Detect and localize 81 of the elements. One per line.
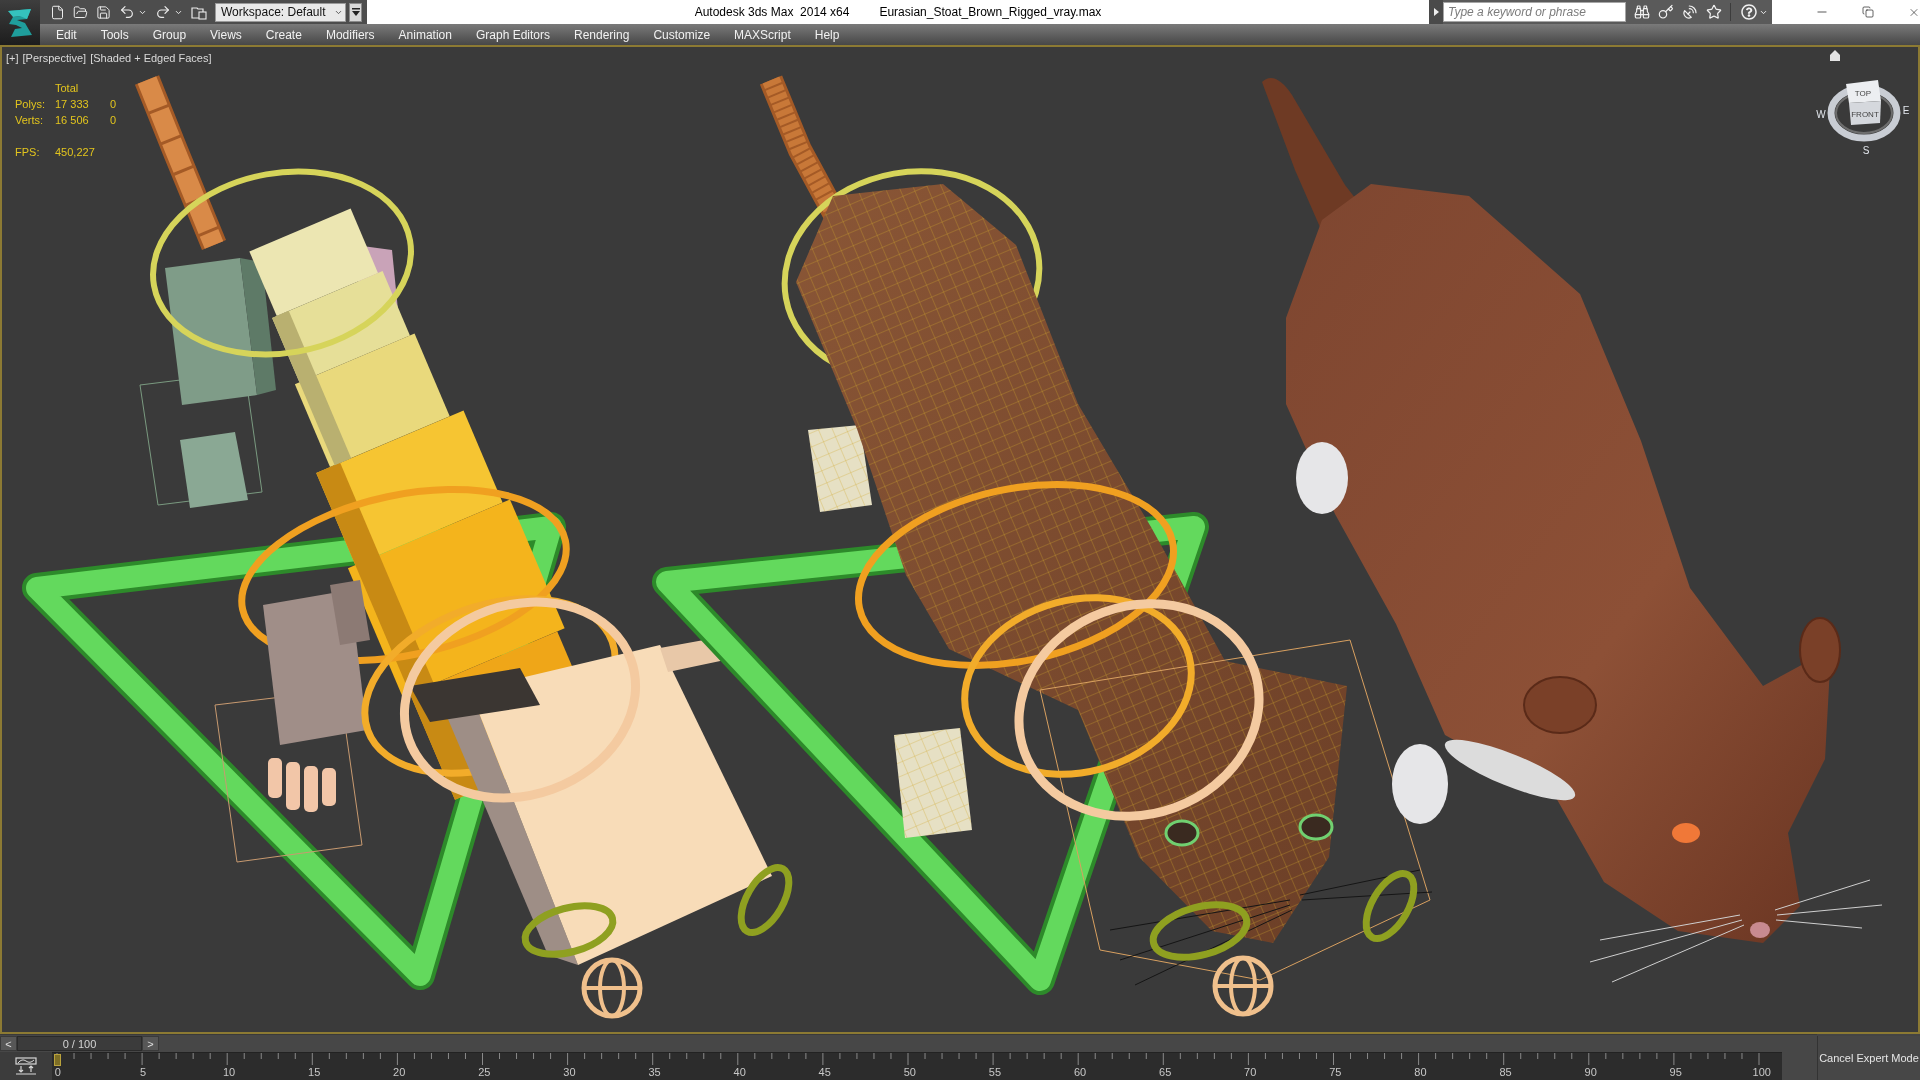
search-field[interactable]: Type a keyword or phrase xyxy=(1443,2,1626,22)
fps-label: FPS: xyxy=(15,146,41,158)
expand-search-button[interactable] xyxy=(1429,0,1443,24)
compass-label: E xyxy=(1902,105,1910,116)
menu-item[interactable]: Graph Editors xyxy=(463,24,562,45)
frame-number: 70 xyxy=(1244,1066,1257,1079)
home-icon[interactable] xyxy=(1830,50,1840,61)
compass-label: W xyxy=(1816,109,1826,120)
menu-item[interactable]: Create xyxy=(253,24,314,45)
time-slider-thumb[interactable]: 0 / 100 xyxy=(17,1036,142,1051)
save-icon[interactable] xyxy=(96,4,111,20)
stat-value: 0 xyxy=(110,114,117,126)
viewport-menu-label[interactable]: [+] xyxy=(6,52,19,64)
viewport-menu-label[interactable]: [Shaded + Edged Faces] xyxy=(90,52,212,64)
menu-item[interactable]: Help xyxy=(802,24,852,45)
frame-number: 80 xyxy=(1414,1066,1427,1079)
app-title: Autodesk 3ds Max 2014 x64 xyxy=(694,5,850,19)
frame-number: 5 xyxy=(139,1066,147,1079)
menu-item[interactable]: Views xyxy=(198,24,254,45)
stats-header: Total xyxy=(55,82,80,94)
frame-number: 65 xyxy=(1159,1066,1172,1079)
key-icon[interactable] xyxy=(1658,4,1674,20)
help-icon[interactable] xyxy=(1741,4,1757,20)
frame-number: 20 xyxy=(393,1066,406,1079)
customize-toolbar-button[interactable] xyxy=(349,2,362,22)
menu-item[interactable]: Group xyxy=(140,24,199,45)
frame-number: 90 xyxy=(1584,1066,1597,1079)
undo-icon[interactable] xyxy=(119,4,135,20)
new-file-icon[interactable] xyxy=(50,4,65,20)
frame-number: 0 xyxy=(54,1066,61,1079)
open-folder-icon[interactable] xyxy=(73,4,88,20)
stat-value: 0 xyxy=(110,98,117,110)
time-slider-track[interactable]: < 0 / 100 > xyxy=(0,1034,1817,1052)
stat-label: Verts: xyxy=(15,114,45,126)
curve-editor-icon xyxy=(15,1057,37,1075)
app-logo-icon xyxy=(5,6,35,39)
frame-number: 40 xyxy=(733,1066,746,1079)
track-bar[interactable]: 0 5 10 15 20 25 30 35 40 45 50 55 60 65 70 75 80 85 90 95 100 xyxy=(52,1052,1782,1080)
frame-number: 95 xyxy=(1669,1066,1682,1079)
frame-number: 25 xyxy=(478,1066,491,1079)
frame-number: 85 xyxy=(1499,1066,1512,1079)
file-name: Eurasian_Stoat_Brown_Rigged_vray.max xyxy=(879,5,1102,19)
star-icon[interactable] xyxy=(1706,4,1722,20)
next-frame-button[interactable]: > xyxy=(142,1036,159,1051)
menu-item[interactable]: Tools xyxy=(88,24,141,45)
redo-icon[interactable] xyxy=(155,4,171,20)
frame-number: 50 xyxy=(903,1066,916,1079)
previous-frame-button[interactable]: < xyxy=(0,1036,17,1051)
menu-item[interactable]: Animation xyxy=(386,24,464,45)
stat-value: 17 333 xyxy=(55,98,90,110)
restore-icon xyxy=(1862,6,1874,18)
workspace-dropdown[interactable]: Workspace: Default xyxy=(215,2,346,22)
project-folder-icon[interactable] xyxy=(191,4,207,20)
frame-number: 55 xyxy=(988,1066,1002,1079)
frame-number: 30 xyxy=(563,1066,576,1079)
fps-value: 450,227 xyxy=(55,146,96,158)
frame-number: 35 xyxy=(648,1066,661,1079)
cancel-expert-mode-button[interactable]: Cancel Expert Mode xyxy=(1817,1036,1920,1080)
mini-curve-editor-button[interactable] xyxy=(0,1052,52,1080)
compass-label: S xyxy=(1862,145,1870,156)
viewport-menu-label[interactable]: [Perspective] xyxy=(22,52,87,64)
frame-number: 15 xyxy=(308,1066,321,1079)
menu-item[interactable]: MAXScript xyxy=(722,24,803,45)
menu-item[interactable]: Rendering xyxy=(562,24,642,45)
frame-number: 10 xyxy=(222,1066,236,1079)
stat-value: 16 506 xyxy=(55,114,90,126)
satellite-dish-icon[interactable] xyxy=(1682,4,1698,20)
frame-number: 100 xyxy=(1752,1066,1771,1079)
frame-number: 75 xyxy=(1329,1066,1342,1079)
menu-item[interactable]: Edit xyxy=(44,24,89,45)
binoculars-icon[interactable] xyxy=(1634,4,1650,20)
caret-icon xyxy=(351,8,360,16)
view-cube[interactable] xyxy=(1846,80,1881,125)
caret-right-icon xyxy=(1433,8,1439,16)
current-frame-marker[interactable] xyxy=(54,1054,61,1066)
application-button[interactable] xyxy=(0,0,40,45)
stat-label: Polys: xyxy=(15,98,46,110)
menu-item[interactable]: Modifiers xyxy=(313,24,387,45)
frame-number: 60 xyxy=(1073,1066,1087,1079)
menu-item[interactable]: Customize xyxy=(641,24,723,45)
frame-number: 45 xyxy=(818,1066,831,1079)
